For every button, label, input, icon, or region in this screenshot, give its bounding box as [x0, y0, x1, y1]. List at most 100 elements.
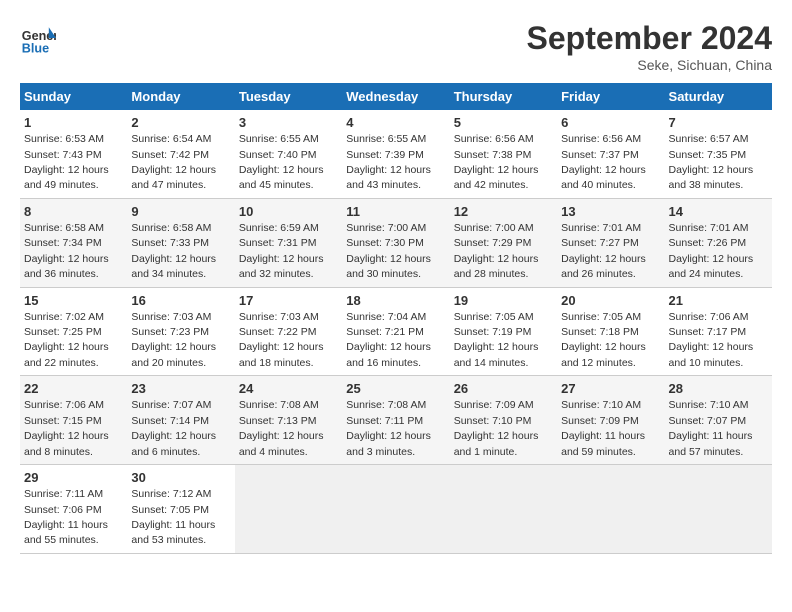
- sunrise-info: Sunrise: 7:05 AM: [454, 311, 534, 323]
- day-number: 30: [131, 469, 230, 487]
- day-number: 6: [561, 114, 660, 132]
- table-cell: 26Sunrise: 7:09 AMSunset: 7:10 PMDayligh…: [450, 376, 557, 465]
- sunrise-info: Sunrise: 6:57 AM: [669, 133, 749, 145]
- table-cell: 5Sunrise: 6:56 AMSunset: 7:38 PMDaylight…: [450, 110, 557, 198]
- sunrise-info: Sunrise: 7:00 AM: [454, 222, 534, 234]
- daylight-label: Daylight: 12 hours and 47 minutes.: [131, 164, 216, 191]
- sunrise-info: Sunrise: 7:08 AM: [346, 399, 426, 411]
- location: Seke, Sichuan, China: [527, 57, 772, 73]
- sunrise-info: Sunrise: 7:03 AM: [131, 311, 211, 323]
- sunrise-info: Sunrise: 7:03 AM: [239, 311, 319, 323]
- sunset-info: Sunset: 7:40 PM: [239, 149, 317, 161]
- table-cell: 15Sunrise: 7:02 AMSunset: 7:25 PMDayligh…: [20, 287, 127, 376]
- table-cell: 22Sunrise: 7:06 AMSunset: 7:15 PMDayligh…: [20, 376, 127, 465]
- sunset-info: Sunset: 7:30 PM: [346, 237, 424, 249]
- table-cell: [235, 465, 342, 554]
- table-row: 8Sunrise: 6:58 AM Sunset: 7:34 PM Daylight…: [20, 198, 772, 287]
- sunrise-info: Sunrise: 7:11 AM: [24, 488, 103, 500]
- sunset-info: Sunset: 7:17 PM: [669, 326, 747, 338]
- col-saturday: Saturday: [665, 83, 772, 110]
- daylight-label: Daylight: 12 hours and 30 minutes.: [346, 253, 431, 280]
- sunrise-info: Sunrise: 7:10 AM: [561, 399, 641, 411]
- day-number: 27: [561, 380, 660, 398]
- sunset-info: Sunset: 7:39 PM: [346, 149, 424, 161]
- daylight-label: Daylight: 12 hours and 26 minutes.: [561, 253, 646, 280]
- daylight-label: Daylight: 12 hours and 45 minutes.: [239, 164, 324, 191]
- table-cell: 17Sunrise: 7:03 AMSunset: 7:22 PMDayligh…: [235, 287, 342, 376]
- sunrise-info: Sunrise: 7:04 AM: [346, 311, 426, 323]
- sunrise-info: Sunrise: 7:05 AM: [561, 311, 641, 323]
- sunrise-info: Sunrise: 6:55 AM: [239, 133, 319, 145]
- daylight-label: Daylight: 12 hours and 42 minutes.: [454, 164, 539, 191]
- table-cell: 24Sunrise: 7:08 AMSunset: 7:13 PMDayligh…: [235, 376, 342, 465]
- sunrise-info: Sunrise: 7:01 AM: [669, 222, 749, 234]
- sunrise-info: Sunrise: 6:59 AM: [239, 222, 319, 234]
- sunset-info: Sunset: 7:27 PM: [561, 237, 639, 249]
- sunset-info: Sunset: 7:06 PM: [24, 504, 102, 516]
- sunrise-info: Sunrise: 7:06 AM: [669, 311, 749, 323]
- sunrise-info: Sunrise: 7:07 AM: [131, 399, 211, 411]
- sunrise-info: Sunrise: 7:09 AM: [454, 399, 534, 411]
- day-number: 14: [669, 203, 768, 221]
- table-cell: [665, 465, 772, 554]
- day-number: 15: [24, 292, 123, 310]
- sunrise-info: Sunrise: 7:02 AM: [24, 311, 104, 323]
- sunrise-info: Sunrise: 7:12 AM: [131, 488, 211, 500]
- table-cell: 11Sunrise: 7:00 AMSunset: 7:30 PMDayligh…: [342, 198, 449, 287]
- sunset-info: Sunset: 7:34 PM: [24, 237, 102, 249]
- daylight-label: Daylight: 12 hours and 28 minutes.: [454, 253, 539, 280]
- table-cell: 8Sunrise: 6:58 AMSunset: 7:34 PMDaylight…: [20, 198, 127, 287]
- day-number: 23: [131, 380, 230, 398]
- sunset-info: Sunset: 7:14 PM: [131, 415, 209, 427]
- day-number: 25: [346, 380, 445, 398]
- col-tuesday: Tuesday: [235, 83, 342, 110]
- daylight-label: Daylight: 12 hours and 4 minutes.: [239, 430, 324, 457]
- day-number: 8: [24, 203, 123, 221]
- daylight-label: Daylight: 12 hours and 49 minutes.: [24, 164, 109, 191]
- table-cell: 19Sunrise: 7:05 AMSunset: 7:19 PMDayligh…: [450, 287, 557, 376]
- table-cell: 18Sunrise: 7:04 AMSunset: 7:21 PMDayligh…: [342, 287, 449, 376]
- sunset-info: Sunset: 7:29 PM: [454, 237, 532, 249]
- col-monday: Monday: [127, 83, 234, 110]
- day-number: 22: [24, 380, 123, 398]
- sunset-info: Sunset: 7:23 PM: [131, 326, 209, 338]
- daylight-label: Daylight: 11 hours and 57 minutes.: [669, 430, 753, 457]
- sunrise-info: Sunrise: 7:10 AM: [669, 399, 749, 411]
- month-title: September 2024: [527, 20, 772, 57]
- table-cell: 25Sunrise: 7:08 AMSunset: 7:11 PMDayligh…: [342, 376, 449, 465]
- table-cell: [450, 465, 557, 554]
- table-cell: [342, 465, 449, 554]
- sunset-info: Sunset: 7:22 PM: [239, 326, 317, 338]
- day-number: 7: [669, 114, 768, 132]
- sunrise-info: Sunrise: 6:56 AM: [454, 133, 534, 145]
- daylight-label: Daylight: 11 hours and 59 minutes.: [561, 430, 645, 457]
- sunset-info: Sunset: 7:33 PM: [131, 237, 209, 249]
- table-cell: 10Sunrise: 6:59 AMSunset: 7:31 PMDayligh…: [235, 198, 342, 287]
- daylight-label: Daylight: 12 hours and 8 minutes.: [24, 430, 109, 457]
- sunrise-info: Sunrise: 6:53 AM: [24, 133, 104, 145]
- sunset-info: Sunset: 7:21 PM: [346, 326, 424, 338]
- sunset-info: Sunset: 7:35 PM: [669, 149, 747, 161]
- sunrise-info: Sunrise: 7:08 AM: [239, 399, 319, 411]
- day-number: 20: [561, 292, 660, 310]
- sunset-info: Sunset: 7:09 PM: [561, 415, 639, 427]
- daylight-label: Daylight: 11 hours and 53 minutes.: [131, 519, 215, 546]
- day-number: 17: [239, 292, 338, 310]
- header-row: Sunday Monday Tuesday Wednesday Thursday…: [20, 83, 772, 110]
- table-cell: 3Sunrise: 6:55 AMSunset: 7:40 PMDaylight…: [235, 110, 342, 198]
- table-cell: 2Sunrise: 6:54 AMSunset: 7:42 PMDaylight…: [127, 110, 234, 198]
- sunset-info: Sunset: 7:05 PM: [131, 504, 209, 516]
- sunset-info: Sunset: 7:38 PM: [454, 149, 532, 161]
- daylight-label: Daylight: 12 hours and 20 minutes.: [131, 341, 216, 368]
- sunrise-info: Sunrise: 6:58 AM: [24, 222, 104, 234]
- sunset-info: Sunset: 7:37 PM: [561, 149, 639, 161]
- sunset-info: Sunset: 7:13 PM: [239, 415, 317, 427]
- day-number: 11: [346, 203, 445, 221]
- sunset-info: Sunset: 7:42 PM: [131, 149, 209, 161]
- sunset-info: Sunset: 7:43 PM: [24, 149, 102, 161]
- daylight-label: Daylight: 12 hours and 14 minutes.: [454, 341, 539, 368]
- sunrise-info: Sunrise: 7:06 AM: [24, 399, 104, 411]
- day-number: 18: [346, 292, 445, 310]
- daylight-label: Daylight: 12 hours and 24 minutes.: [669, 253, 754, 280]
- daylight-label: Daylight: 12 hours and 43 minutes.: [346, 164, 431, 191]
